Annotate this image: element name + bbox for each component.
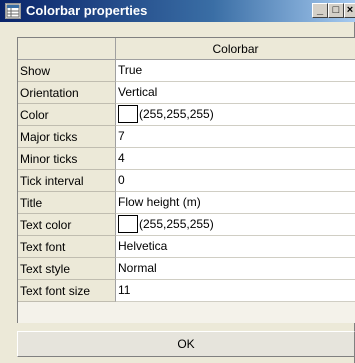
row-label-color: Color <box>18 104 116 126</box>
color-value-cell[interactable]: (255,255,255) <box>116 104 355 126</box>
table-row: Color (255,255,255) <box>18 104 355 126</box>
text-color-swatch[interactable] <box>118 215 138 233</box>
row-label-text-font-size: Text font size <box>18 280 116 302</box>
row-label-text-style: Text style <box>18 258 116 280</box>
row-label-minor-ticks: Minor ticks <box>18 148 116 170</box>
text-font-value-cell[interactable]: Helvetica <box>116 236 355 258</box>
table-row: Text style Normal <box>18 258 355 280</box>
table-row: Tick interval 0 <box>18 170 355 192</box>
minor-ticks-value-cell[interactable]: 4 <box>116 148 355 170</box>
row-label-major-ticks: Major ticks <box>18 126 116 148</box>
row-label-text-font: Text font <box>18 236 116 258</box>
title-value-cell[interactable]: Flow height (m) <box>116 192 355 214</box>
orientation-value-cell[interactable]: Vertical <box>116 82 355 104</box>
table-row: Orientation Vertical <box>18 82 355 104</box>
title-bar[interactable]: Colorbar properties _ □ × <box>0 0 355 22</box>
table-row: Text font Helvetica <box>18 236 355 258</box>
row-label-show: Show <box>18 60 116 82</box>
table-row: Minor ticks 4 <box>18 148 355 170</box>
row-label-orientation: Orientation <box>18 82 116 104</box>
table-icon <box>5 3 21 19</box>
tick-interval-value-cell[interactable]: 0 <box>116 170 355 192</box>
color-swatch[interactable] <box>118 105 138 123</box>
table-row: Title Flow height (m) <box>18 192 355 214</box>
table-row: Text font size 11 <box>18 280 355 302</box>
major-ticks-value-cell[interactable]: 7 <box>116 126 355 148</box>
colorbar-properties-dialog: Colorbar properties _ □ × Colorbar Show … <box>0 0 355 363</box>
table-row: Major ticks 7 <box>18 126 355 148</box>
text-style-value-cell[interactable]: Normal <box>116 258 355 280</box>
column-header-colorbar[interactable]: Colorbar <box>116 38 355 60</box>
row-label-title: Title <box>18 192 116 214</box>
properties-table: Colorbar Show True Orientation Vertical … <box>17 37 355 323</box>
window-title: Colorbar properties <box>26 3 148 18</box>
show-value-cell[interactable]: True <box>116 60 355 82</box>
table-row: Text color (255,255,255) <box>18 214 355 236</box>
table-corner-header <box>18 38 116 60</box>
row-label-tick-interval: Tick interval <box>18 170 116 192</box>
minimize-button[interactable]: _ <box>312 3 328 18</box>
close-button[interactable]: × <box>344 3 355 18</box>
text-color-value-cell[interactable]: (255,255,255) <box>116 214 355 236</box>
row-label-text-color: Text color <box>18 214 116 236</box>
color-value-text: (255,255,255) <box>139 107 214 121</box>
text-color-value-text: (255,255,255) <box>139 217 214 231</box>
maximize-button[interactable]: □ <box>328 3 344 18</box>
table-row: Show True <box>18 60 355 82</box>
ok-button[interactable]: OK <box>17 331 355 357</box>
text-font-size-value-cell[interactable]: 11 <box>116 280 355 302</box>
